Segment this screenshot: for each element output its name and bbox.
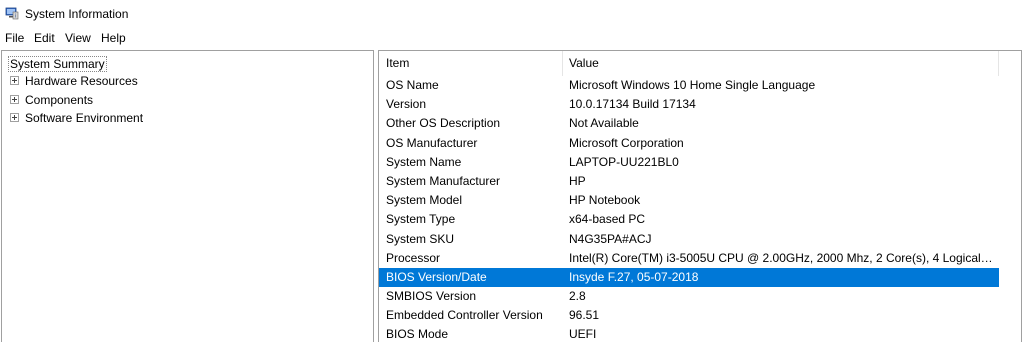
title-bar: i System Information <box>0 0 1024 28</box>
cell-item: OS Manufacturer <box>386 135 478 150</box>
window-title: System Information <box>25 7 129 21</box>
cell-item: OS Name <box>386 78 439 92</box>
table-row[interactable]: SMBIOS Version 2.8 <box>379 287 999 306</box>
cell-value: Insyde F.27, 05-07-2018 <box>569 269 699 284</box>
expand-icon[interactable] <box>10 113 19 122</box>
cell-value: HP Notebook <box>569 193 641 208</box>
menu-view[interactable]: View <box>63 31 93 45</box>
cell-item: System Manufacturer <box>386 173 501 188</box>
table-row[interactable]: System Type x64-based PC <box>379 210 999 229</box>
column-header-item[interactable]: Item <box>379 51 563 76</box>
expand-icon[interactable] <box>10 95 19 104</box>
table-row[interactable]: System Model HP Notebook <box>379 191 999 210</box>
column-header: Item Value <box>379 51 1021 76</box>
cell-value: HP <box>569 173 586 188</box>
cell-value: N4G35PA#ACJ <box>569 231 652 246</box>
cell-item: Other OS Description <box>386 116 501 131</box>
menu-file[interactable]: File <box>3 31 26 45</box>
cell-value: LAPTOP-UU221BL0 <box>569 154 679 169</box>
cell-item: System Type <box>386 212 456 227</box>
cell-item: BIOS Version/Date <box>386 269 487 284</box>
cell-item: SMBIOS Version <box>386 289 477 304</box>
cell-value: Intel(R) Core(TM) i3-5005U CPU @ 2.00GHz… <box>569 250 994 265</box>
menu-bar: File Edit View Help <box>0 28 1024 48</box>
table-row-selected[interactable]: BIOS Version/Date Insyde F.27, 05-07-2018 <box>379 267 999 288</box>
cell-value: 10.0.17134 Build 17134 <box>569 97 696 112</box>
cell-item: Version <box>386 97 427 112</box>
table-row[interactable]: BIOS Mode UEFI <box>379 325 999 342</box>
table-row[interactable]: Embedded Controller Version 96.51 <box>379 306 999 325</box>
cell-item: System SKU <box>386 231 455 246</box>
expand-icon[interactable] <box>10 76 19 85</box>
table-row[interactable]: OS Manufacturer Microsoft Corporation <box>379 134 999 153</box>
cell-item: BIOS Mode <box>386 327 449 342</box>
cell-item: Embedded Controller Version <box>386 308 543 323</box>
table-rows: OS Name Microsoft Windows 10 Home Single … <box>379 76 999 342</box>
svg-text:i: i <box>15 14 16 20</box>
cell-value: 96.51 <box>569 308 600 323</box>
tree-item-label: Hardware Resources <box>25 74 138 88</box>
column-header-value[interactable]: Value <box>563 51 999 76</box>
table-row[interactable]: Processor Intel(R) Core(TM) i3-5005U CPU … <box>379 249 999 268</box>
details-list[interactable]: Item Value OS Name Microsoft Windows 10 H… <box>378 50 1022 342</box>
tree-item-label: System Summary <box>8 56 107 72</box>
cell-value: Microsoft Windows 10 Home Single Languag… <box>569 78 816 92</box>
table-row[interactable]: Other OS Description Not Available <box>379 114 999 133</box>
table-row[interactable]: System Name LAPTOP-UU221BL0 <box>379 153 999 172</box>
system-information-app-icon: i <box>5 7 19 20</box>
table-row[interactable]: System SKU N4G35PA#ACJ <box>379 230 999 249</box>
cell-value: 2.8 <box>569 289 586 304</box>
cell-item: Processor <box>386 250 441 265</box>
table-row[interactable]: Version 10.0.17134 Build 17134 <box>379 95 999 114</box>
cell-value: x64-based PC <box>569 212 646 227</box>
cell-item: System Name <box>386 154 462 169</box>
cell-value: Microsoft Corporation <box>569 135 684 150</box>
menu-help[interactable]: Help <box>99 31 128 45</box>
cell-value: UEFI <box>569 327 597 342</box>
table-row[interactable]: OS Name Microsoft Windows 10 Home Single … <box>379 76 999 95</box>
tree-item-system-summary[interactable]: System Summary <box>8 55 107 73</box>
table-row[interactable]: System Manufacturer HP <box>379 172 999 191</box>
menu-edit[interactable]: Edit <box>32 31 57 45</box>
cell-value: Not Available <box>569 116 639 131</box>
cell-item: System Model <box>386 193 463 208</box>
category-tree[interactable]: System Summary Hardware Resources Compon… <box>1 50 374 342</box>
tree-item-label: Software Environment <box>25 111 144 125</box>
tree-item-label: Components <box>25 93 94 107</box>
